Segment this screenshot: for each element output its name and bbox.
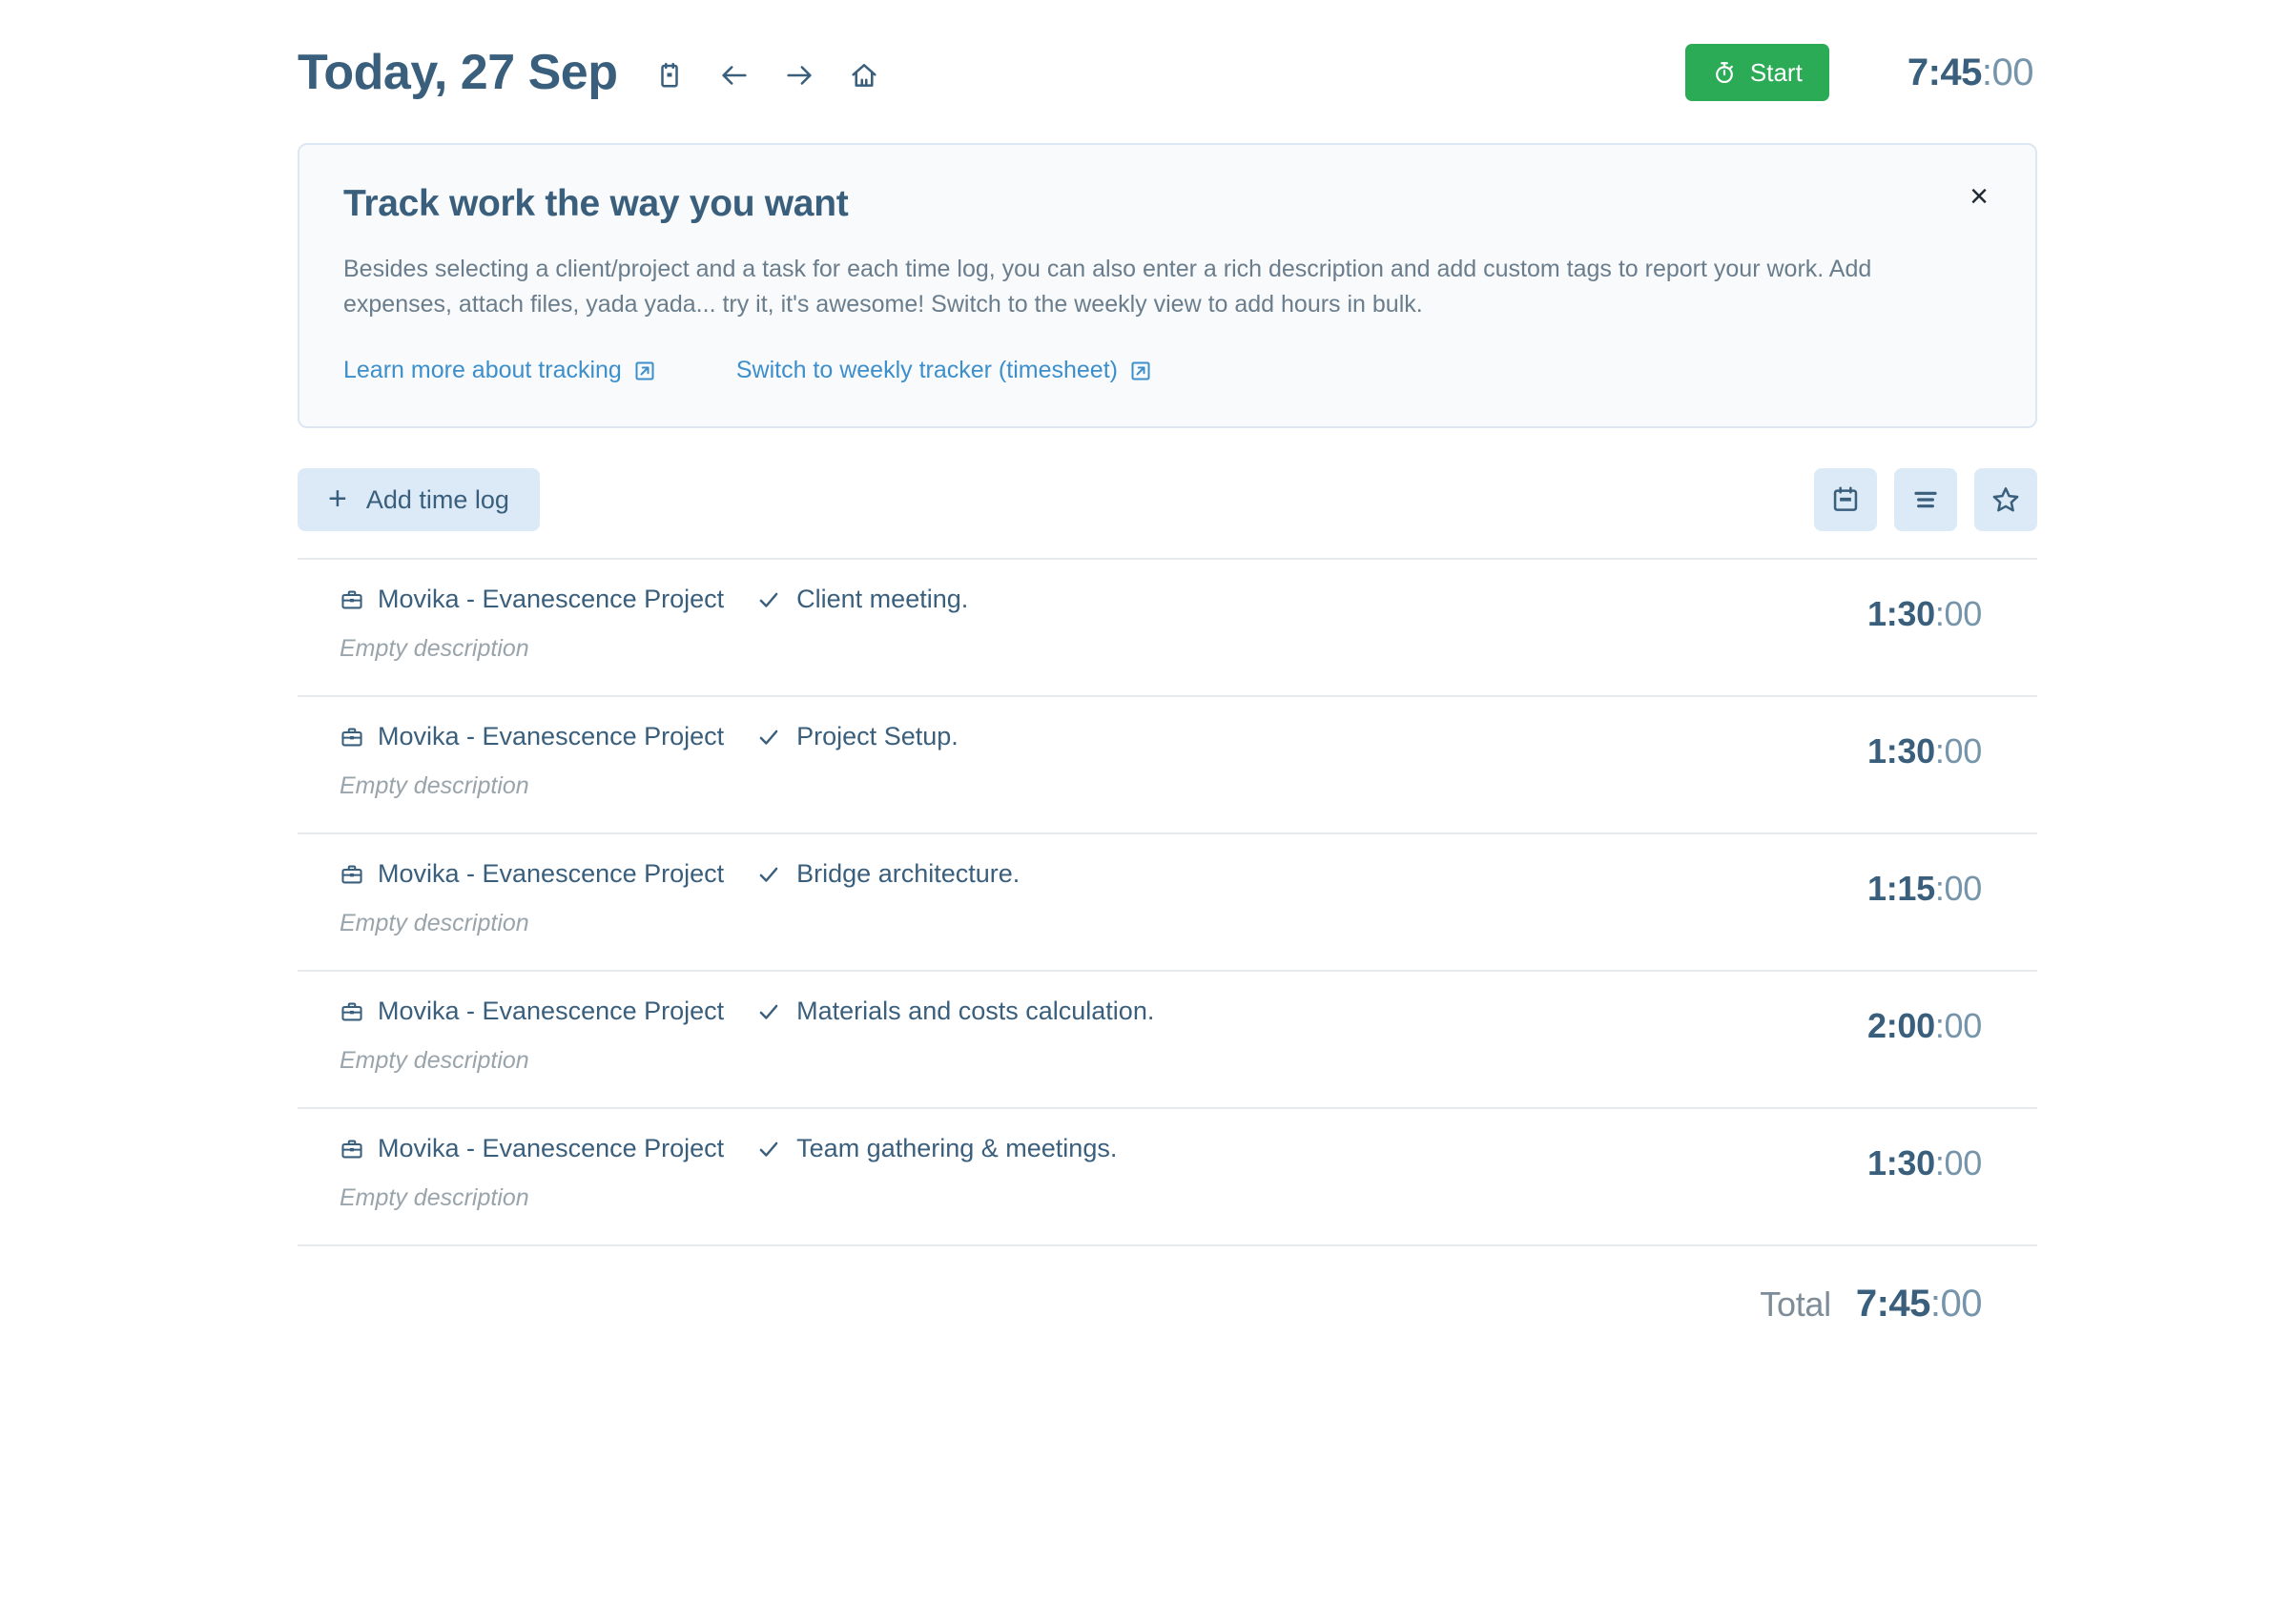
task-name[interactable]: Team gathering & meetings. xyxy=(796,1134,1117,1163)
log-header-line: Movika - Evanescence Project Client meet… xyxy=(340,585,1867,614)
previous-day-icon[interactable] xyxy=(718,59,751,92)
calendar-view-button[interactable] xyxy=(1814,468,1877,531)
time-tracker-page: Today, 27 Sep xyxy=(0,0,2289,1624)
check-icon xyxy=(756,1137,781,1161)
log-duration[interactable]: 1:15:00 xyxy=(1867,859,2037,909)
today-home-icon[interactable] xyxy=(848,59,880,92)
calendar-picker-icon[interactable] xyxy=(653,59,686,92)
switch-weekly-label: Switch to weekly tracker (timesheet) xyxy=(736,357,1118,384)
check-icon xyxy=(756,725,781,750)
project-name[interactable]: Movika - Evanescence Project xyxy=(378,859,724,889)
log-details: Movika - Evanescence Project Bridge arch… xyxy=(298,859,1867,937)
briefcase-icon xyxy=(340,725,364,750)
header-actions: Start 7:45:00 xyxy=(1685,44,2037,101)
table-row[interactable]: Movika - Evanescence Project Bridge arch… xyxy=(298,834,2037,972)
log-description[interactable]: Empty description xyxy=(340,910,1867,937)
star-icon xyxy=(1990,484,2021,515)
project-name[interactable]: Movika - Evanescence Project xyxy=(378,997,724,1026)
table-row[interactable]: Movika - Evanescence Project Team gather… xyxy=(298,1109,2037,1246)
plus-icon: + xyxy=(328,483,347,515)
log-header-line: Movika - Evanescence Project Project Set… xyxy=(340,722,1867,751)
add-time-log-label: Add time log xyxy=(366,485,509,515)
duration-hours-minutes: 1:30 xyxy=(1867,731,1935,771)
log-duration[interactable]: 1:30:00 xyxy=(1867,585,2037,634)
duration-seconds: :00 xyxy=(1935,731,1982,771)
briefcase-icon xyxy=(340,587,364,612)
calendar-icon xyxy=(1830,484,1861,515)
add-time-log-button[interactable]: + Add time log xyxy=(298,468,540,531)
duration-hours-minutes: 1:30 xyxy=(1867,594,1935,633)
banner-title: Track work the way you want xyxy=(343,183,1991,225)
duration-seconds: :00 xyxy=(1935,594,1982,633)
duration-seconds: :00 xyxy=(1935,1143,1982,1182)
log-details: Movika - Evanescence Project Project Set… xyxy=(298,722,1867,800)
log-duration[interactable]: 1:30:00 xyxy=(1867,1134,2037,1183)
briefcase-icon xyxy=(340,999,364,1024)
check-icon xyxy=(756,587,781,612)
date-navigation xyxy=(653,53,880,92)
view-switcher xyxy=(1814,468,2037,531)
learn-more-link[interactable]: Learn more about tracking xyxy=(343,357,656,384)
close-icon[interactable]: × xyxy=(1959,176,1999,216)
check-icon xyxy=(756,999,781,1024)
log-header-line: Movika - Evanescence Project Team gather… xyxy=(340,1134,1867,1163)
banner-links: Learn more about tracking Switch to week… xyxy=(343,357,1991,384)
duration-seconds: :00 xyxy=(1935,869,1982,908)
page-header: Today, 27 Sep xyxy=(298,0,2037,124)
timer-seconds: :00 xyxy=(1982,51,2033,93)
log-header-line: Movika - Evanescence Project Materials a… xyxy=(340,997,1867,1026)
log-duration[interactable]: 1:30:00 xyxy=(1867,722,2037,771)
favorites-button[interactable] xyxy=(1974,468,2037,531)
task-name[interactable]: Bridge architecture. xyxy=(796,859,1020,889)
page-title: Today, 27 Sep xyxy=(298,44,617,101)
log-description[interactable]: Empty description xyxy=(340,635,1867,663)
external-link-icon xyxy=(1129,360,1152,382)
duration-hours-minutes: 1:15 xyxy=(1867,869,1935,908)
table-row[interactable]: Movika - Evanescence Project Project Set… xyxy=(298,697,2037,834)
total-row: Total 7:45:00 xyxy=(298,1246,2037,1326)
log-description[interactable]: Empty description xyxy=(340,1047,1867,1075)
project-name[interactable]: Movika - Evanescence Project xyxy=(378,585,724,614)
log-description[interactable]: Empty description xyxy=(340,772,1867,800)
external-link-icon xyxy=(633,360,656,382)
total-seconds: :00 xyxy=(1930,1283,1982,1325)
briefcase-icon xyxy=(340,1137,364,1161)
running-timer[interactable]: 7:45:00 xyxy=(1908,51,2033,94)
task-name[interactable]: Project Setup. xyxy=(796,722,959,751)
log-duration[interactable]: 2:00:00 xyxy=(1867,997,2037,1046)
learn-more-label: Learn more about tracking xyxy=(343,357,622,384)
check-icon xyxy=(756,862,781,887)
list-view-button[interactable] xyxy=(1894,468,1957,531)
project-name[interactable]: Movika - Evanescence Project xyxy=(378,1134,724,1163)
log-details: Movika - Evanescence Project Materials a… xyxy=(298,997,1867,1075)
start-button-label: Start xyxy=(1750,58,1803,88)
banner-body-text: Besides selecting a client/project and a… xyxy=(343,252,1984,322)
duration-seconds: :00 xyxy=(1935,1006,1982,1045)
duration-hours-minutes: 1:30 xyxy=(1867,1143,1935,1182)
log-details: Movika - Evanescence Project Team gather… xyxy=(298,1134,1867,1212)
stopwatch-icon xyxy=(1712,60,1737,85)
table-row[interactable]: Movika - Evanescence Project Materials a… xyxy=(298,972,2037,1109)
total-value: 7:45:00 xyxy=(1856,1283,1982,1326)
task-name[interactable]: Materials and costs calculation. xyxy=(796,997,1154,1026)
content-column: Today, 27 Sep xyxy=(298,0,2037,1326)
briefcase-icon xyxy=(340,862,364,887)
time-log-list: Movika - Evanescence Project Client meet… xyxy=(298,558,2037,1246)
list-icon xyxy=(1910,484,1941,515)
info-banner: × Track work the way you want Besides se… xyxy=(298,143,2037,428)
log-description[interactable]: Empty description xyxy=(340,1184,1867,1212)
timer-hours-minutes: 7:45 xyxy=(1908,51,1982,93)
start-timer-button[interactable]: Start xyxy=(1685,44,1829,101)
total-hours-minutes: 7:45 xyxy=(1856,1283,1930,1325)
table-row[interactable]: Movika - Evanescence Project Client meet… xyxy=(298,560,2037,697)
switch-weekly-tracker-link[interactable]: Switch to weekly tracker (timesheet) xyxy=(736,357,1152,384)
log-details: Movika - Evanescence Project Client meet… xyxy=(298,585,1867,663)
log-header-line: Movika - Evanescence Project Bridge arch… xyxy=(340,859,1867,889)
task-name[interactable]: Client meeting. xyxy=(796,585,968,614)
total-label: Total xyxy=(1760,1285,1831,1325)
project-name[interactable]: Movika - Evanescence Project xyxy=(378,722,724,751)
next-day-icon[interactable] xyxy=(783,59,815,92)
duration-hours-minutes: 2:00 xyxy=(1867,1006,1935,1045)
logs-toolbar: + Add time log xyxy=(298,466,2037,533)
